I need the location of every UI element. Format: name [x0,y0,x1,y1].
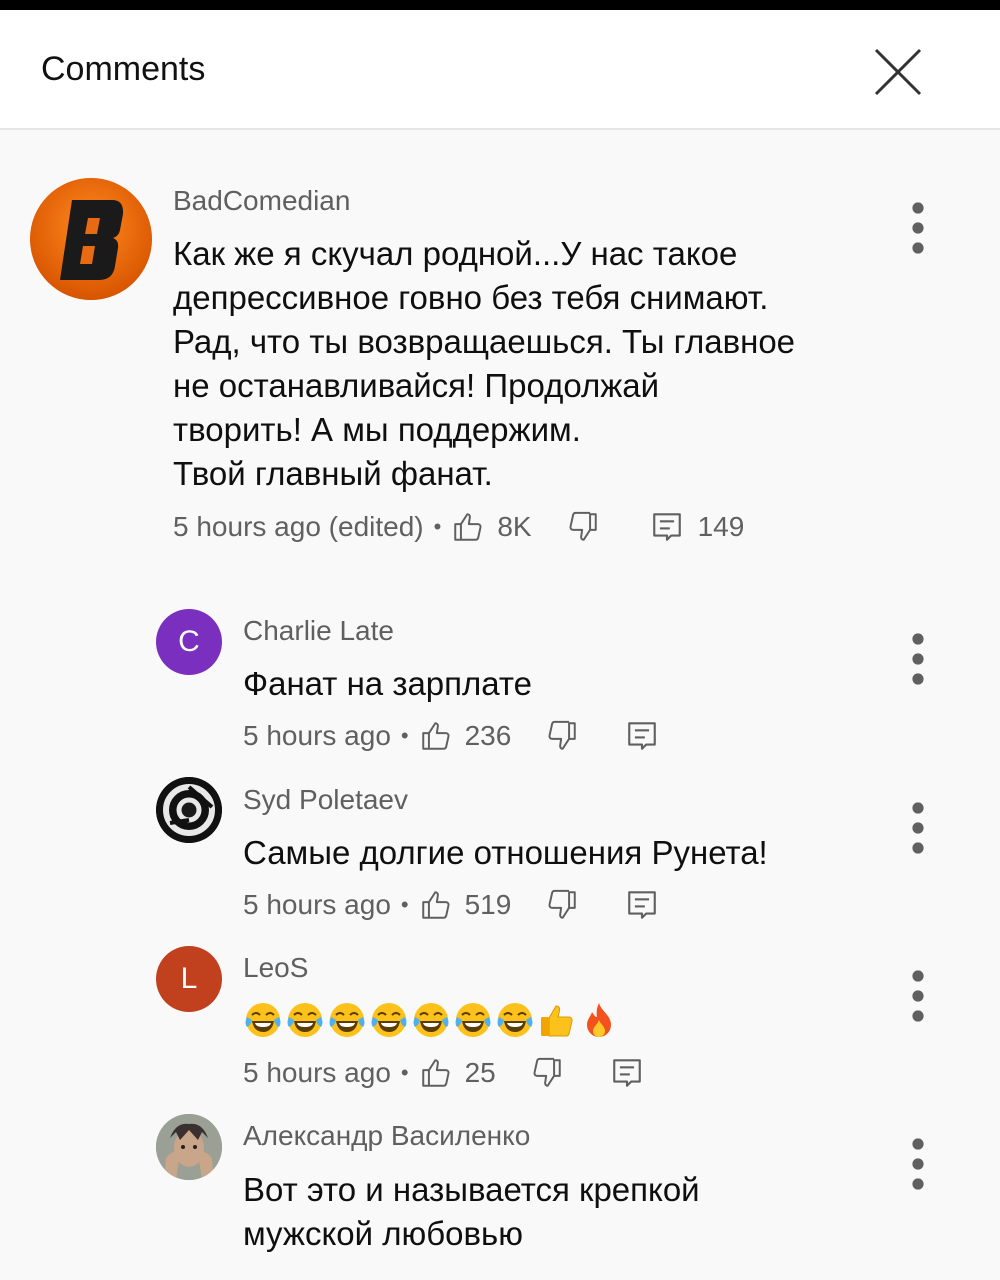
reply-button[interactable] [625,888,659,922]
comment-author[interactable]: BadComedian [173,185,350,217]
chrome-style-logo-icon [156,777,222,843]
thumb-up-icon [419,719,453,753]
more-vert-icon [898,798,938,858]
comment-time: 5 hours ago [243,720,391,751]
comment-icon [610,1056,644,1090]
face-with-tears-of-joy-icon [327,1000,367,1040]
separator-dot: • [400,723,409,748]
user-photo-icon [156,1114,222,1180]
more-vert-icon [898,629,938,689]
comment-icon [625,719,659,753]
more-vert-icon [898,198,938,258]
comment-time: 5 hours ago [243,1057,391,1088]
reply-count[interactable]: 149 [698,511,745,543]
status-bar [0,0,1000,10]
face-with-tears-of-joy-icon [243,1000,283,1040]
replies-button[interactable] [650,510,684,544]
avatar[interactable] [156,1114,222,1180]
like-count: 236 [464,720,512,751]
badcomedian-logo-icon [30,178,152,300]
like-button[interactable] [451,510,485,544]
dislike-button[interactable] [545,888,579,922]
more-options-button[interactable] [898,198,938,258]
more-options-button[interactable] [898,966,938,1026]
comment-text: Фанат на зарплате [243,665,533,702]
thumb-down-icon [545,888,579,922]
close-icon [874,48,922,96]
face-with-tears-of-joy-icon [411,1000,451,1040]
like-count: 519 [464,889,512,920]
comment-time: 5 hours ago (edited) [173,511,424,542]
avatar-letter: L [180,962,198,995]
comment-author[interactable]: Charlie Late [243,615,394,647]
reply-button[interactable] [610,1056,644,1090]
dislike-button[interactable] [545,719,579,753]
face-with-tears-of-joy-icon [369,1000,409,1040]
dislike-button[interactable] [530,1056,564,1090]
like-button[interactable] [419,888,453,922]
avatar-letter: C [178,625,200,658]
avatar[interactable] [30,178,152,300]
avatar[interactable] [156,777,222,843]
comment-author[interactable]: Александр Василенко [243,1120,530,1152]
more-vert-icon [898,1134,938,1194]
separator-dot: • [400,1060,409,1085]
face-with-tears-of-joy-icon [285,1000,325,1040]
page-title: Comments [41,50,206,88]
more-options-button[interactable] [898,629,938,689]
face-with-tears-of-joy-icon [453,1000,493,1040]
reply-button[interactable] [625,719,659,753]
like-button[interactable] [419,719,453,753]
comment-icon [625,888,659,922]
comment-text: Как же я скучал родной...У нас такое деп… [173,235,796,492]
more-options-button[interactable] [898,1134,938,1194]
fire-icon [579,1000,619,1040]
thumb-up-icon [451,510,485,544]
comment-actions: 5 hours ago (edited) • 8K 149 [173,507,744,547]
thumb-down-icon [566,510,600,544]
like-count: 25 [464,1057,496,1088]
face-with-tears-of-joy-icon [495,1000,535,1040]
more-vert-icon [898,966,938,1026]
comment-actions: 5 hours ago • 236 [243,716,659,756]
separator-dot: • [433,514,442,539]
comment-emoji-text [243,1000,619,1040]
close-button[interactable] [868,42,928,102]
comment-text: Самые долгие отношения Рунета! [243,834,768,871]
avatar[interactable]: C [156,609,222,675]
thumb-down-icon [530,1056,564,1090]
like-count: 8K [497,511,532,542]
comment-time: 5 hours ago [243,889,391,920]
comment-actions: 5 hours ago • 519 [243,885,659,925]
comments-header: Comments [0,10,1000,130]
separator-dot: • [400,892,409,917]
comment-author[interactable]: LeoS [243,952,308,984]
comment-author[interactable]: Syd Poletaev [243,784,408,816]
comment-icon [650,510,684,544]
more-options-button[interactable] [898,798,938,858]
dislike-button[interactable] [566,510,600,544]
thumbs-up-icon [537,1000,577,1040]
comment-actions: 5 hours ago • 25 [243,1053,644,1093]
thumb-down-icon [545,719,579,753]
like-button[interactable] [419,1056,453,1090]
thumb-up-icon [419,888,453,922]
avatar[interactable]: L [156,946,222,1012]
thumb-up-icon [419,1056,453,1090]
comment-text: Вот это и называется крепкой мужской люб… [243,1171,700,1252]
